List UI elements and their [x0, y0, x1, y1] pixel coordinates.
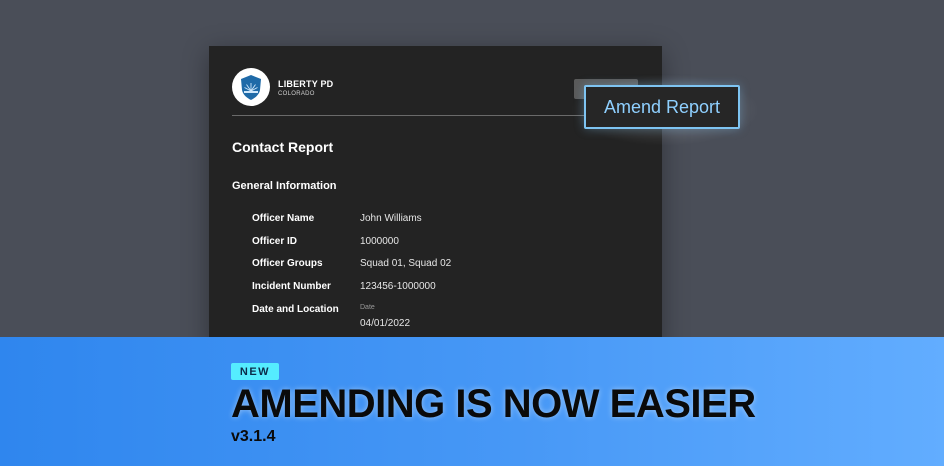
version-label: v3.1.4 [231, 428, 276, 445]
new-badge: NEW [231, 363, 279, 380]
section-title: General Information [232, 180, 337, 192]
announcement-banner: NEW AMENDING IS NOW EASIER v3.1.4 [0, 337, 944, 466]
field-label-officer-groups: Officer Groups [252, 258, 323, 269]
field-value-officer-id: 1000000 [360, 236, 399, 247]
field-label-date-location: Date and Location [252, 304, 339, 315]
field-label-incident-number: Incident Number [252, 281, 331, 292]
org-name: LIBERTY PD [278, 79, 334, 89]
police-badge-icon [232, 68, 270, 106]
report-title: Contact Report [232, 139, 334, 155]
field-label-officer-id: Officer ID [252, 236, 298, 247]
org-subtitle: COLORADO [278, 91, 315, 97]
field-value-officer-groups: Squad 01, Squad 02 [360, 258, 452, 269]
field-value-incident-number: 123456-1000000 [360, 281, 436, 292]
amend-report-button[interactable]: Amend Report [584, 85, 740, 129]
field-value-officer-name: John Williams [360, 213, 422, 224]
field-sublabel-date: Date [360, 304, 375, 311]
field-label-officer-name: Officer Name [252, 213, 315, 224]
banner-headline: AMENDING IS NOW EASIER [231, 382, 756, 426]
field-value-date: 04/01/2022 [360, 318, 411, 329]
